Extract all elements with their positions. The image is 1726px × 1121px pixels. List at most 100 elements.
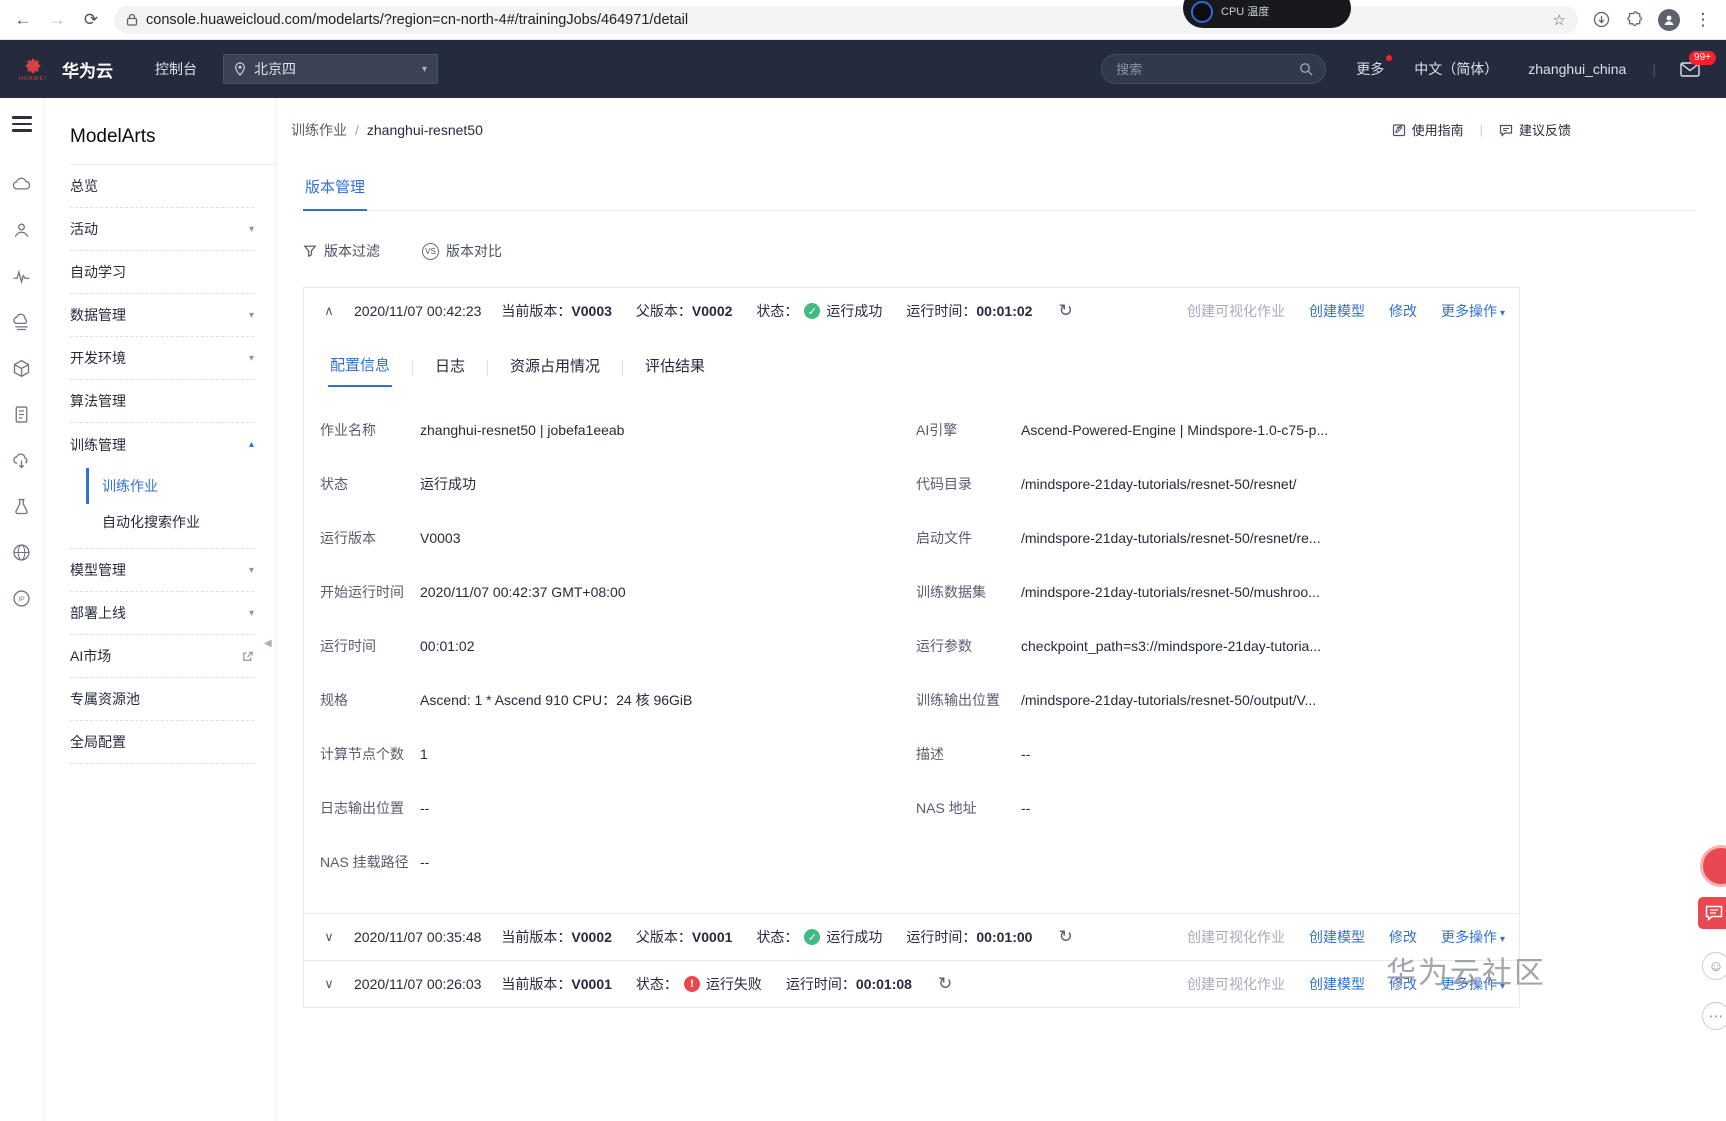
detail-label <box>916 835 1021 889</box>
detail-label: 代码目录 <box>916 476 972 492</box>
detail-label: 启动文件 <box>916 530 972 546</box>
live-chat-icon[interactable] <box>1698 897 1726 929</box>
detail-value: -- <box>420 854 430 870</box>
brand-title[interactable]: 华为云 <box>62 57 113 82</box>
feedback-smiley-icon[interactable]: ☺ <box>1702 952 1726 980</box>
feedback-label: 建议反馈 <box>1518 123 1571 138</box>
nav-more-link[interactable]: 更多 <box>1356 55 1393 79</box>
sidebar-item-ai-market[interactable]: AI市场 <box>70 635 254 678</box>
url-bar[interactable]: console.huaweicloud.com/modelarts/?regio… <box>114 5 1578 34</box>
cloud-service-icon[interactable] <box>0 162 44 208</box>
sidebar-menu: 总览 活动 ▾ 自动学习 数据管理 ▾ 开发环境 ▾ 算法管理 训练管理 ▴ 训… <box>44 165 276 764</box>
sidebar-item-deployment[interactable]: 部署上线 ▾ <box>70 592 254 635</box>
cloud-storage-icon[interactable] <box>0 300 44 346</box>
profile-avatar[interactable] <box>1658 8 1680 31</box>
document-service-icon[interactable] <box>0 392 44 438</box>
version-filter-button[interactable]: 版本过滤 <box>303 241 380 261</box>
nav-language-link[interactable]: 中文（简体） <box>1414 59 1498 79</box>
collapse-chevron-icon[interactable]: ∧ <box>318 303 340 319</box>
header-help-links: 使用指南 | 建议反馈 <box>1392 120 1571 139</box>
refresh-icon[interactable]: ↻ <box>1058 927 1072 947</box>
cube-service-icon[interactable] <box>0 346 44 392</box>
version-compare-button[interactable]: VS 版本对比 <box>422 241 502 261</box>
more-actions-link[interactable]: 更多操作 ▾ <box>1441 927 1505 947</box>
sidebar-item-dev-env[interactable]: 开发环境 ▾ <box>70 337 254 380</box>
runtime: 运行时间：00:01:02 <box>906 301 1032 321</box>
service-icon-rail: IP <box>0 98 44 1121</box>
tab-logs[interactable]: 日志 <box>433 349 467 386</box>
mail-icon[interactable]: 99+ <box>1680 50 1716 77</box>
cloud-deploy-icon[interactable] <box>0 438 44 484</box>
feedback-link[interactable]: 建议反馈 <box>1499 120 1571 139</box>
user-service-icon[interactable] <box>0 208 44 254</box>
more-help-icon[interactable]: ⋯ <box>1702 1002 1726 1030</box>
tab-evaluation-result[interactable]: 评估结果 <box>643 349 707 386</box>
nav-console-link[interactable]: 控制台 <box>155 59 197 79</box>
detail-label: 运行时间 <box>320 638 376 654</box>
reload-icon[interactable]: ⟳ <box>80 9 102 31</box>
extensions-puzzle-icon[interactable] <box>1624 9 1646 31</box>
sidebar-collapse-handle-icon[interactable]: ◀ <box>264 638 272 649</box>
tab-version-management[interactable]: 版本管理 <box>303 176 368 211</box>
browser-menu-kebab-icon[interactable]: ⋮ <box>1692 9 1714 31</box>
status: 状态： ! 运行失败 <box>636 974 762 994</box>
monitor-wave-icon[interactable] <box>0 254 44 300</box>
sidebar-item-training-mgmt[interactable]: 训练管理 ▴ <box>70 423 254 466</box>
ip-service-icon[interactable]: IP <box>0 576 44 622</box>
create-visualization-job-link[interactable]: 创建可视化作业 <box>1187 301 1285 321</box>
sidebar-item-activity[interactable]: 活动 ▾ <box>70 208 254 251</box>
forward-icon[interactable]: → <box>46 9 68 31</box>
sidebar-item-algorithm-mgmt[interactable]: 算法管理 <box>70 380 254 423</box>
back-icon[interactable]: ← <box>12 9 34 31</box>
refresh-icon[interactable]: ↻ <box>1058 301 1072 321</box>
sidebar-item-overview[interactable]: 总览 <box>70 165 254 208</box>
refresh-icon[interactable]: ↻ <box>938 974 952 994</box>
chevron-down-icon: ▾ <box>248 309 254 321</box>
breadcrumb-parent-link[interactable]: 训练作业 <box>291 120 347 140</box>
modify-link[interactable]: 修改 <box>1389 301 1417 321</box>
more-actions-link[interactable]: 更多操作 ▾ <box>1441 301 1505 321</box>
parent-version: 父版本：V0001 <box>636 927 732 947</box>
version-header: ∧ 2020/11/07 00:42:23 当前版本：V0003 父版本：V00… <box>304 288 1519 334</box>
bookmark-star-icon[interactable]: ☆ <box>1553 11 1566 29</box>
tab-resource-usage[interactable]: 资源占用情况 <box>508 349 602 386</box>
lab-flask-icon[interactable] <box>0 484 44 530</box>
sidebar-item-model-mgmt[interactable]: 模型管理 ▾ <box>70 549 254 592</box>
more-actions-link[interactable]: 更多操作 ▾ <box>1441 974 1505 994</box>
modify-link[interactable]: 修改 <box>1389 974 1417 994</box>
status-label: 状态： <box>756 929 799 945</box>
nav-username-link[interactable]: zhanghui_china <box>1528 61 1626 77</box>
download-icon[interactable] <box>1590 9 1612 31</box>
sidebar-item-training-jobs[interactable]: 训练作业 <box>86 468 254 504</box>
expand-chevron-icon[interactable]: ∨ <box>318 976 340 992</box>
detail-label: 作业名称 <box>320 422 376 438</box>
search-icon[interactable] <box>1299 62 1313 76</box>
sidebar-item-data-mgmt[interactable]: 数据管理 ▾ <box>70 294 254 337</box>
sidebar-item-auto-search-jobs[interactable]: 自动化搜索作业 <box>86 504 254 540</box>
create-visualization-job-link[interactable]: 创建可视化作业 <box>1187 974 1285 994</box>
detail-value: V0003 <box>420 530 461 546</box>
detail-value: -- <box>1021 746 1031 762</box>
create-model-link[interactable]: 创建模型 <box>1309 927 1365 947</box>
region-selector[interactable]: 北京四 ▾ <box>223 54 438 84</box>
user-guide-link[interactable]: 使用指南 <box>1392 120 1464 139</box>
sidebar-item-autolearning[interactable]: 自动学习 <box>70 251 254 294</box>
expand-chevron-icon[interactable]: ∨ <box>318 929 340 945</box>
tab-config-info[interactable]: 配置信息 <box>328 348 393 387</box>
sidebar-item-dedicated-pool[interactable]: 专属资源池 <box>70 678 254 721</box>
create-model-link[interactable]: 创建模型 <box>1309 974 1365 994</box>
modify-link[interactable]: 修改 <box>1389 927 1417 947</box>
sidebar-item-label: 专属资源池 <box>70 691 140 707</box>
create-model-link[interactable]: 创建模型 <box>1309 301 1365 321</box>
global-search[interactable] <box>1101 54 1327 84</box>
tab-divider <box>487 360 489 375</box>
version-header: ∨ 2020/11/07 00:35:48 当前版本：V0002 父版本：V00… <box>304 914 1519 960</box>
globe-icon[interactable] <box>0 530 44 576</box>
search-input[interactable] <box>1114 60 1300 78</box>
hamburger-menu-icon[interactable] <box>11 112 32 136</box>
create-visualization-job-link[interactable]: 创建可视化作业 <box>1187 927 1285 947</box>
huawei-logo[interactable]: HUAWEI <box>10 57 56 82</box>
sidebar-item-global-config[interactable]: 全局配置 <box>70 721 254 764</box>
cpu-monitor-overlay: CPU 温度 <box>1183 0 1351 28</box>
detail-value: /mindspore-21day-tutorials/resnet-50/res… <box>1021 476 1297 492</box>
